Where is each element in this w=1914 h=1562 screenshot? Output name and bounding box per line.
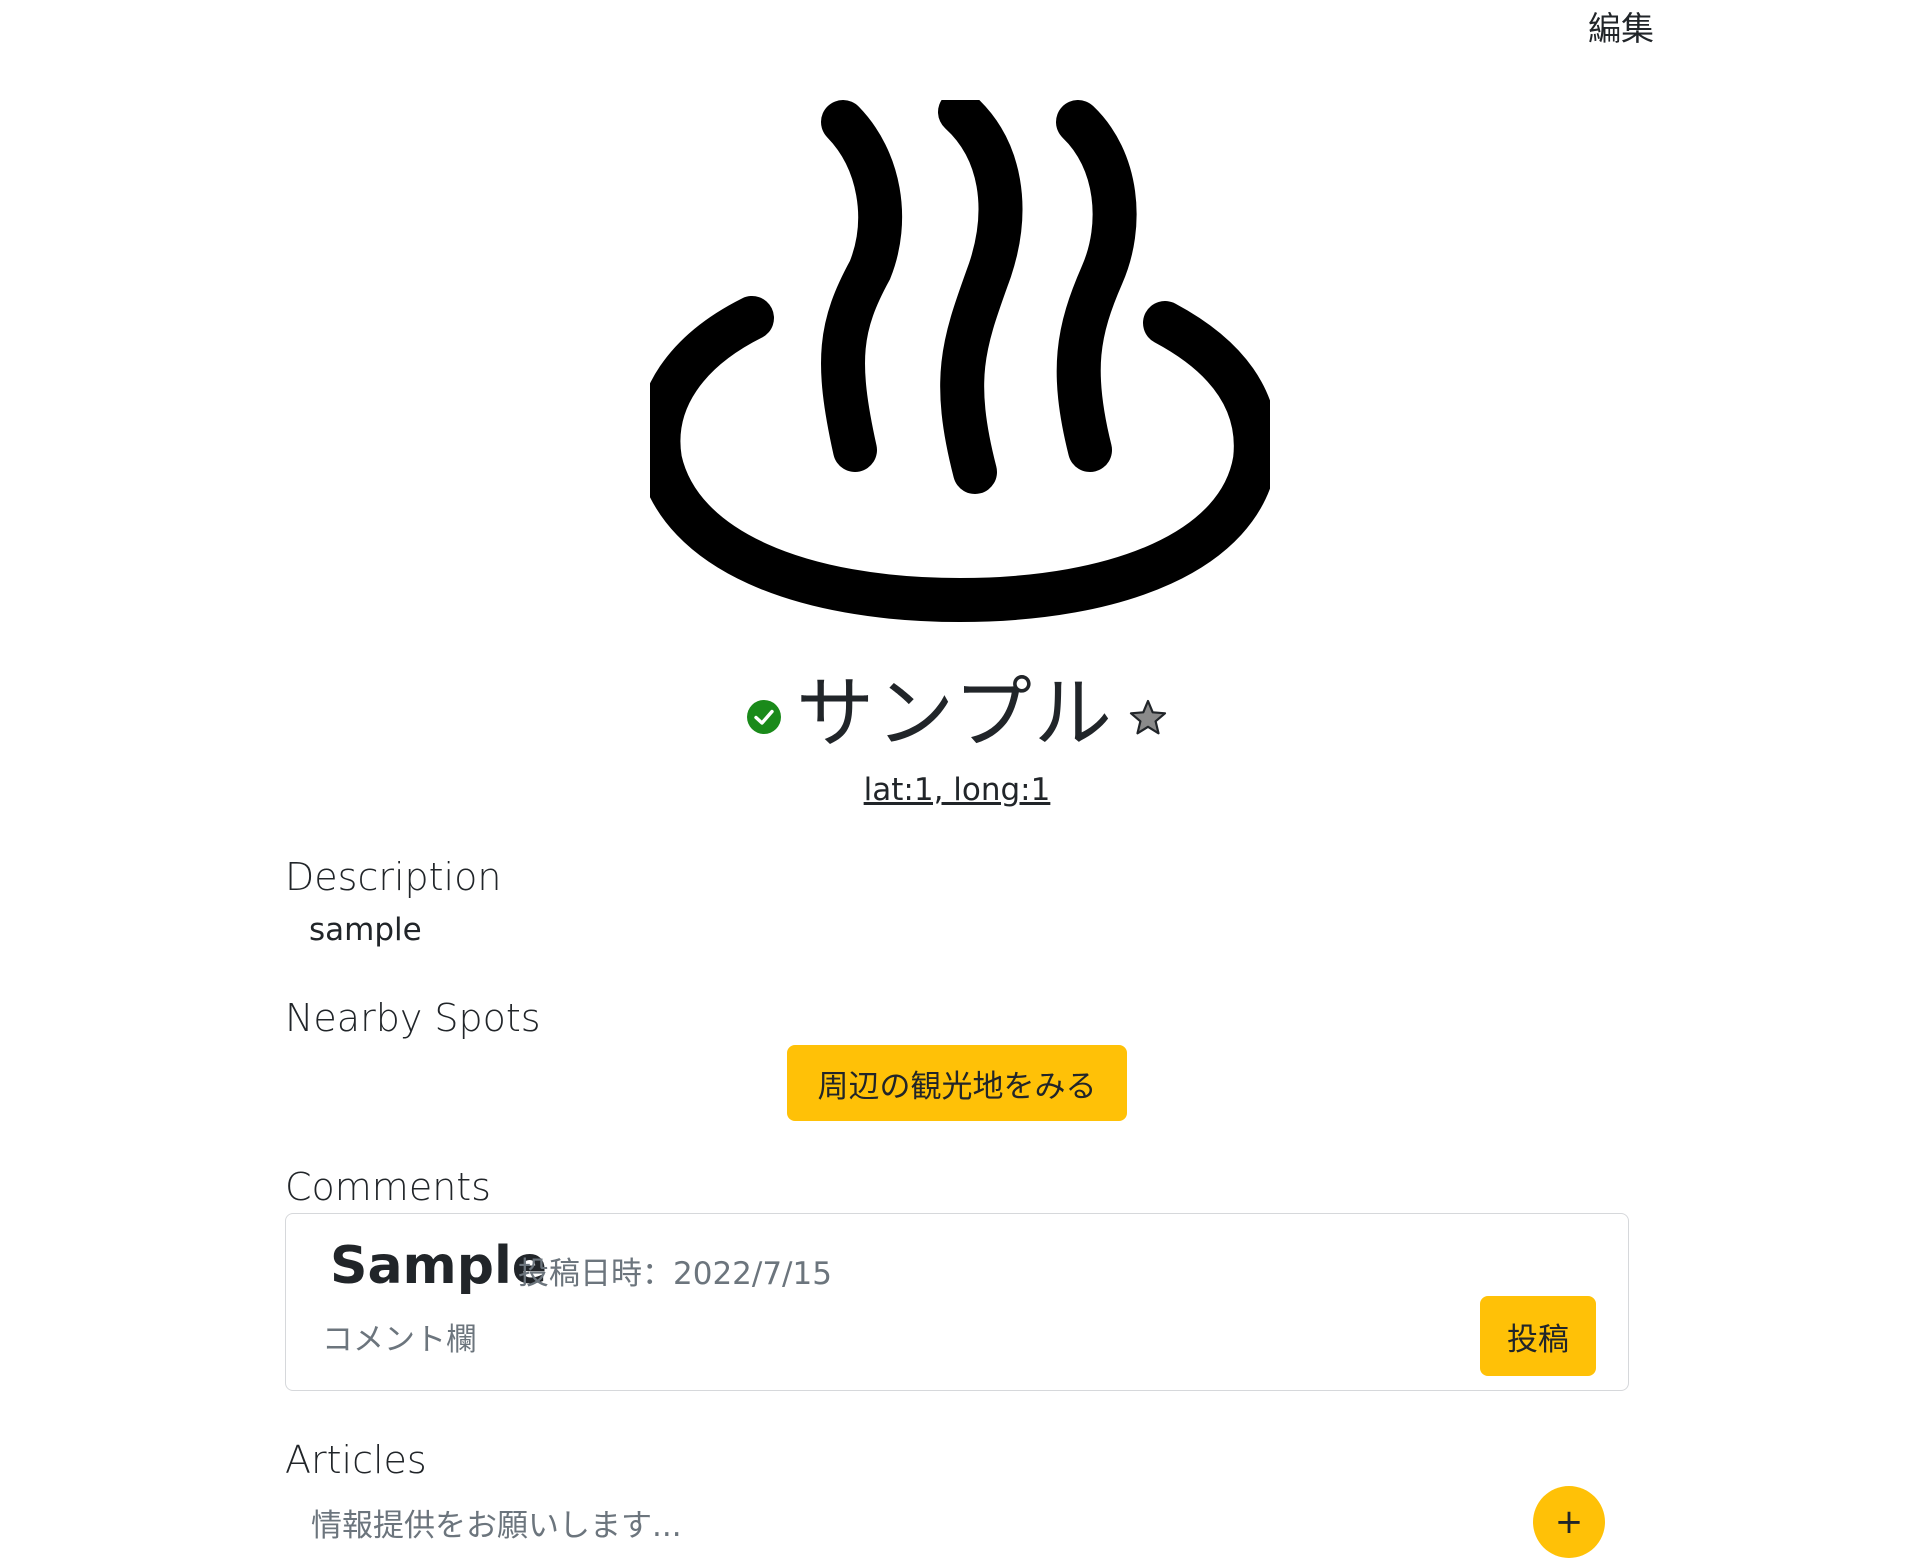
nearby-spots-heading: Nearby Spots [285,996,541,1040]
view-nearby-spots-button[interactable]: 周辺の観光地をみる [787,1045,1127,1121]
edit-link[interactable]: 編集 [1588,2,1654,50]
spot-title-row: サンプル [0,662,1914,759]
articles-heading: Articles [285,1438,427,1482]
spot-title: サンプル [796,669,1114,759]
add-article-button[interactable]: + [1533,1486,1605,1558]
comment-input[interactable] [320,1314,1424,1366]
article-info-input[interactable] [309,1500,1463,1552]
star-icon[interactable] [1128,698,1168,738]
coordinates-row: lat:1, long:1 [0,772,1914,808]
comment-card: Sample 投稿日時：2022/7/15 投稿 [285,1213,1629,1391]
comment-posted-date: 投稿日時：2022/7/15 [518,1256,832,1292]
description-heading: Description [285,855,502,899]
spot-detail-page: 編集 サンプル lat:1, long:1 Description sample… [0,0,1914,1562]
comments-heading: Comments [285,1165,491,1209]
post-comment-button[interactable]: 投稿 [1480,1296,1596,1376]
comment-author: Sample [330,1236,548,1296]
description-text: sample [309,912,422,948]
check-circle-icon [747,700,782,734]
hot-spring-icon [650,100,1270,623]
coordinates-link[interactable]: lat:1, long:1 [864,772,1051,808]
